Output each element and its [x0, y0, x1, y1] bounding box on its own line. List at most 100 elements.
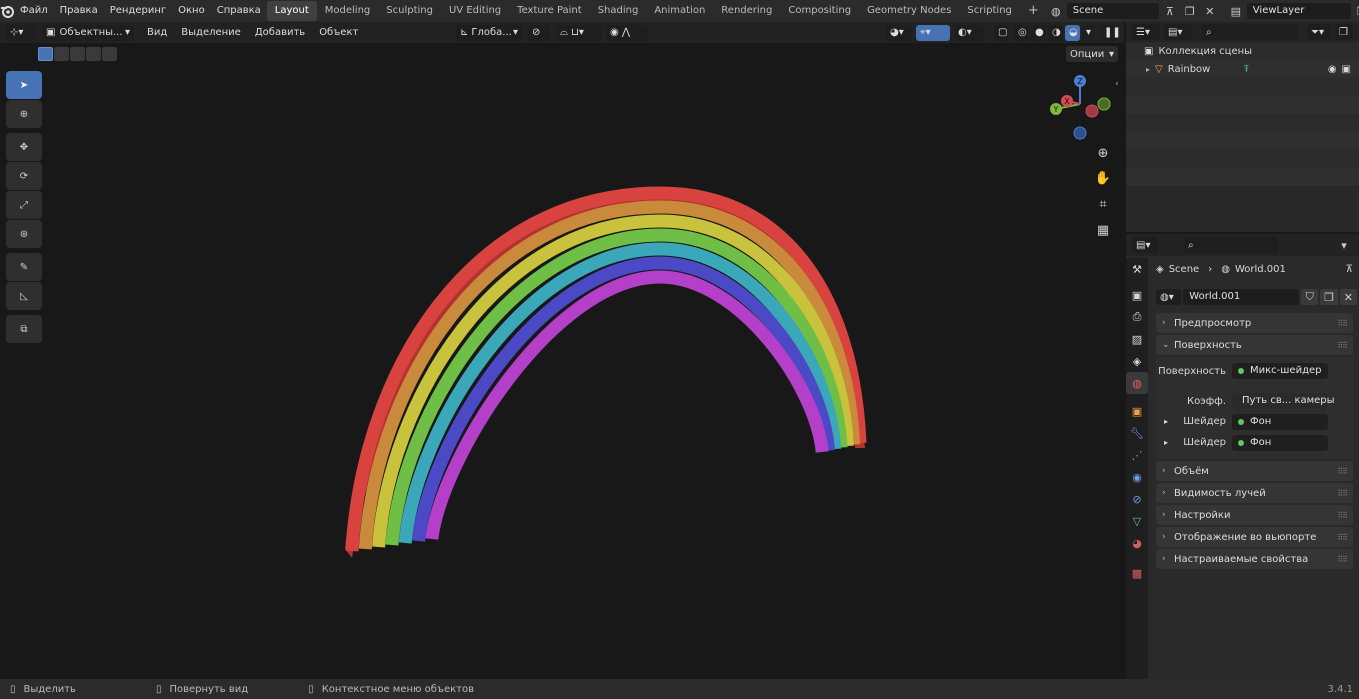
tab-texture[interactable]: ▩: [1126, 562, 1148, 584]
drag-handle-icon[interactable]: ⠿⠿: [1337, 467, 1348, 476]
shader2-field[interactable]: Фон: [1232, 434, 1328, 451]
pin-icon[interactable]: ⊼: [1161, 3, 1179, 19]
panel-preview[interactable]: › Предпросмотр ⠿⠿: [1156, 313, 1353, 333]
factor-input-field[interactable]: Путь св... камеры: [1232, 393, 1335, 409]
navigation-gizmo[interactable]: Z Y X: [1040, 69, 1116, 145]
filter-dropdown[interactable]: ⏷▾: [1307, 24, 1331, 40]
drag-handle-icon[interactable]: ⠿⠿: [1337, 341, 1348, 350]
pause-render-button[interactable]: ❚❚: [1100, 24, 1121, 41]
menu-select[interactable]: Выделение: [174, 27, 248, 38]
outliner-row-rainbow[interactable]: ▸ ▽ Rainbow ⍒ ◉ ▣: [1126, 60, 1359, 78]
tab-particles[interactable]: ⋰: [1126, 444, 1148, 466]
tab-rendering[interactable]: Rendering: [713, 1, 780, 21]
new-view-layer-icon[interactable]: ❐: [1353, 3, 1359, 19]
axis-neg-z-icon[interactable]: [1073, 126, 1087, 140]
solid-shading-button[interactable]: ●: [1031, 24, 1046, 41]
unlink-icon[interactable]: ✕: [1339, 289, 1357, 305]
3d-viewport[interactable]: Опции ▾ ➤ ⊕ ✥ ⟳ ⤢ ⊛ ✎ ◺ ⧉ Z Y X ‹ ⊕ ✋ ⌗ …: [0, 43, 1124, 679]
view-layer-icon[interactable]: ▤: [1227, 3, 1245, 19]
tab-output[interactable]: ⎙: [1126, 306, 1148, 328]
properties-search-input[interactable]: ⌕: [1184, 237, 1278, 253]
expand-arrow-icon[interactable]: ▸: [1156, 417, 1176, 426]
tab-shading[interactable]: Shading: [590, 1, 647, 21]
scene-icon[interactable]: ◍: [1047, 3, 1065, 19]
camera-icon[interactable]: ⌗: [1092, 193, 1114, 215]
axis-neg-y-icon[interactable]: [1097, 97, 1111, 111]
tab-physics[interactable]: ◉: [1126, 466, 1148, 488]
close-scene-icon[interactable]: ✕: [1201, 3, 1219, 19]
proportional-edit-dropdown[interactable]: ◉ ⋀: [606, 24, 648, 41]
snap-dropdown[interactable]: ⌓ ⊔▾: [556, 24, 602, 41]
new-collection-button[interactable]: ❐: [1335, 24, 1353, 40]
material-shading-button[interactable]: ◑: [1048, 24, 1063, 41]
add-workspace-button[interactable]: +: [1020, 1, 1047, 21]
rendered-shading-button[interactable]: ◒: [1065, 24, 1080, 41]
tab-scene[interactable]: ◈: [1126, 350, 1148, 372]
axis-neg-x-icon[interactable]: [1085, 104, 1099, 118]
tab-modeling[interactable]: Modeling: [317, 1, 379, 21]
menu-object[interactable]: Объект: [312, 27, 365, 38]
menu-view[interactable]: Вид: [140, 27, 174, 38]
drag-handle-icon[interactable]: ⠿⠿: [1337, 533, 1348, 542]
tab-compositing[interactable]: Compositing: [780, 1, 859, 21]
panel-ray-visibility[interactable]: › Видимость лучей ⠿⠿: [1156, 483, 1353, 503]
tab-sculpting[interactable]: Sculpting: [378, 1, 441, 21]
world-name-field[interactable]: World.001: [1183, 289, 1300, 305]
expand-arrow-icon[interactable]: ▸: [1156, 438, 1176, 447]
menu-render[interactable]: Рендеринг: [104, 0, 172, 22]
scene-field[interactable]: Scene: [1066, 3, 1159, 19]
rainbow-object[interactable]: [0, 43, 1124, 679]
outliner-search-input[interactable]: ⌕: [1202, 24, 1298, 40]
duplicate-icon[interactable]: ❐: [1320, 289, 1338, 305]
gizmo-toggle[interactable]: ⌖▾: [916, 24, 950, 41]
xray-toggle[interactable]: ▢: [994, 24, 1008, 41]
tab-scripting[interactable]: Scripting: [959, 1, 1019, 21]
tab-uv-editing[interactable]: UV Editing: [441, 1, 509, 21]
mode-dropdown[interactable]: ▣ Объектны... ▾: [42, 24, 134, 41]
blender-logo-icon[interactable]: [0, 0, 14, 22]
outliner-editor-type[interactable]: ☰▾: [1132, 24, 1160, 40]
menu-help[interactable]: Справка: [211, 0, 267, 22]
tab-view-layer[interactable]: ▨: [1126, 328, 1148, 350]
collapse-sidebar-icon[interactable]: ‹: [1115, 79, 1119, 89]
drag-handle-icon[interactable]: ⠿⠿: [1337, 511, 1348, 520]
menu-edit[interactable]: Правка: [54, 0, 104, 22]
view-layer-field[interactable]: ViewLayer: [1246, 3, 1351, 19]
render-camera-icon[interactable]: ▣: [1342, 64, 1351, 75]
surface-shader-field[interactable]: Микс-шейдер: [1232, 363, 1328, 379]
overlay-toggle[interactable]: ◐▾: [954, 24, 984, 41]
wireframe-shading-button[interactable]: ◎: [1014, 24, 1029, 41]
tab-data[interactable]: ▽: [1126, 510, 1148, 532]
tab-material[interactable]: ◕: [1126, 532, 1148, 554]
tab-tool[interactable]: ⚒: [1126, 258, 1148, 280]
tab-animation[interactable]: Animation: [646, 1, 713, 21]
drag-handle-icon[interactable]: ⠿⠿: [1337, 489, 1348, 498]
pan-hand-icon[interactable]: ✋: [1092, 167, 1114, 189]
perspective-grid-icon[interactable]: ▦: [1092, 219, 1114, 241]
tab-modifiers[interactable]: 🔧︎: [1126, 422, 1148, 444]
zoom-icon[interactable]: ⊕: [1092, 142, 1114, 164]
panel-custom-properties[interactable]: › Настраиваемые свойства ⠿⠿: [1156, 549, 1353, 569]
panel-viewport-display[interactable]: › Отображение во вьюпорте ⠿⠿: [1156, 527, 1353, 547]
editor-type-dropdown[interactable]: ⊹ ▾: [6, 24, 36, 41]
display-mode-dropdown[interactable]: ▤▾: [1164, 24, 1192, 40]
drag-handle-icon[interactable]: ⠿⠿: [1337, 555, 1348, 564]
fake-user-shield-icon[interactable]: ⛉: [1301, 289, 1319, 305]
visibility-eye-icon[interactable]: ◉: [1328, 64, 1337, 75]
tab-layout[interactable]: Layout: [266, 1, 317, 21]
tab-render[interactable]: ▣: [1126, 284, 1148, 306]
world-browse-dropdown[interactable]: ◍▾: [1156, 289, 1182, 305]
shader1-field[interactable]: Фон: [1232, 413, 1328, 430]
pin-icon[interactable]: ⊼: [1346, 264, 1353, 275]
expand-arrow-icon[interactable]: ▸: [1146, 65, 1150, 74]
tab-world[interactable]: ◍: [1126, 372, 1148, 394]
menu-file[interactable]: Файл: [14, 0, 54, 22]
pivot-dropdown[interactable]: ⊘: [528, 24, 550, 41]
visibility-dropdown[interactable]: ◕▾: [886, 24, 912, 41]
new-scene-icon[interactable]: ❐: [1181, 3, 1199, 19]
chevron-down-icon[interactable]: ▾: [1335, 237, 1353, 253]
tab-constraints[interactable]: ⊘: [1126, 488, 1148, 510]
orientation-dropdown[interactable]: ⊾ Глоба... ▾: [456, 24, 522, 41]
tab-geometry-nodes[interactable]: Geometry Nodes: [859, 1, 959, 21]
tab-texture-paint[interactable]: Texture Paint: [509, 1, 590, 21]
